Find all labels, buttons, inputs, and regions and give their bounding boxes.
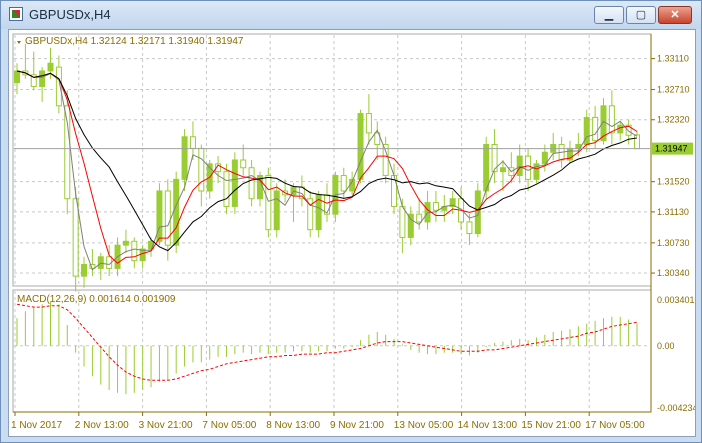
- close-button[interactable]: ✕: [658, 6, 692, 24]
- candle-body: [499, 167, 506, 173]
- macd-group: [16, 301, 638, 395]
- minimize-button[interactable]: ▁: [594, 6, 624, 24]
- candle-body: [181, 136, 188, 180]
- candle-body: [189, 136, 196, 149]
- candle-body: [198, 147, 205, 192]
- macd-signal-line: [16, 303, 638, 381]
- moving-averages-group: [14, 70, 650, 271]
- macd-tick-label: -0.004234: [657, 403, 695, 413]
- time-tick-label: 13 Nov 05:00: [394, 420, 454, 431]
- candle-body: [265, 174, 272, 231]
- candle-body: [122, 240, 129, 246]
- candle-body: [164, 190, 171, 246]
- candle-body: [399, 205, 406, 238]
- time-tick-label: 3 Nov 21:00: [139, 420, 193, 431]
- candle-body: [231, 159, 238, 207]
- candle-body: [416, 213, 423, 223]
- price-tick-label: 1.31130: [657, 207, 689, 217]
- candle-body: [156, 190, 163, 242]
- price-tick-label: 1.32710: [657, 85, 690, 95]
- candle-body: [608, 105, 615, 134]
- candle-body: [407, 213, 414, 238]
- candle-body: [72, 198, 79, 277]
- candle-body: [248, 167, 255, 200]
- price-tick-label: 1.30730: [657, 238, 690, 248]
- candle-body: [516, 155, 523, 176]
- window-title: GBPUSDx,H4: [29, 7, 111, 22]
- candle-body: [466, 221, 473, 235]
- candle-body: [432, 202, 439, 211]
- candle-body: [592, 116, 599, 142]
- candle-body: [525, 155, 532, 180]
- time-tick-label: 17 Nov 05:00: [585, 420, 645, 431]
- price-tick-label: 1.30340: [657, 268, 690, 278]
- candles-group: [14, 43, 640, 292]
- candle-body: [14, 70, 20, 84]
- candle-body: [273, 190, 280, 231]
- candle-body: [634, 134, 640, 150]
- time-tick-label: 9 Nov 21:00: [330, 420, 384, 431]
- candle-body: [340, 174, 347, 192]
- time-tick-label: 2 Nov 13:00: [75, 420, 129, 431]
- maximize-button[interactable]: ▢: [626, 6, 656, 24]
- time-tick-label: 8 Nov 13:00: [266, 420, 320, 431]
- chart-area[interactable]: 1.33110 1.32710 1.32320 1.31520 1.31130 1.307…: [8, 29, 696, 437]
- macd-tick-label: 0.003401: [657, 295, 695, 305]
- candle-body: [483, 144, 490, 192]
- candle-body: [223, 171, 230, 207]
- price-tick-label: 1.31520: [657, 177, 690, 187]
- time-tick-label: 14 Nov 13:00: [458, 420, 518, 431]
- price-tick-label: 1.32320: [657, 115, 690, 125]
- price-header: GBPUSDx,H4 1.32124 1.32171 1.31940 1.319…: [25, 36, 244, 47]
- candle-body: [365, 113, 372, 134]
- symbol-dropdown-icon[interactable]: [17, 41, 21, 44]
- candle-body: [474, 190, 481, 235]
- ma-fast-line: [16, 70, 638, 271]
- candle-body: [97, 256, 104, 269]
- price-axis-labels: 1.33110 1.32710 1.32320 1.31520 1.31130 1.307…: [651, 54, 695, 413]
- candle-body: [240, 159, 247, 169]
- candle-body: [47, 62, 54, 72]
- candle-body: [382, 144, 389, 176]
- macd-tick-label: 0.00: [657, 341, 675, 351]
- chart-app-icon: [9, 7, 23, 21]
- price-tick-label: 1.33110: [657, 54, 689, 64]
- time-tick-label: 7 Nov 05:00: [202, 420, 256, 431]
- candle-body: [131, 240, 138, 262]
- title-bar[interactable]: GBPUSDx,H4 ▁ ▢ ✕: [1, 1, 701, 29]
- time-tick-label: 15 Nov 21:00: [521, 420, 581, 431]
- candle-body: [357, 113, 364, 180]
- price-chart[interactable]: 1.33110 1.32710 1.32320 1.31520 1.31130 1.307…: [9, 30, 695, 436]
- chart-window: GBPUSDx,H4 ▁ ▢ ✕ 1.33110 1.32710 1.32320 1.…: [0, 0, 702, 443]
- ma-mid-line: [16, 70, 638, 264]
- candle-body: [81, 264, 88, 277]
- candle-body: [39, 70, 46, 87]
- candle-body: [64, 105, 71, 200]
- candle-body: [173, 178, 180, 246]
- macd-header: MACD(12,26,9) 0.001614 0.001909: [17, 294, 176, 305]
- time-tick-label: 1 Nov 2017: [11, 420, 63, 431]
- time-axis-labels: 1 Nov 2017 2 Nov 13:00 3 Nov 21:00 7 Nov 05…: [11, 412, 645, 431]
- current-price-label: 1.31947: [655, 144, 688, 154]
